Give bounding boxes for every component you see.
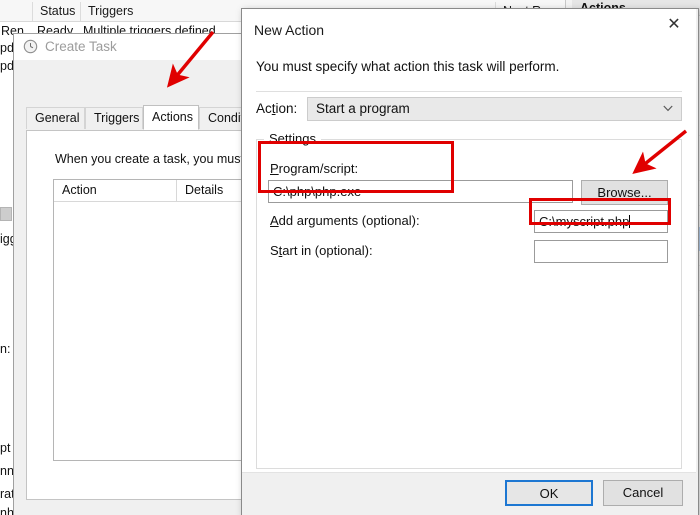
tab-general[interactable]: General (26, 107, 85, 129)
column-header-status[interactable]: Status (32, 2, 80, 21)
create-task-title: Create Task (45, 39, 117, 54)
scroll-nub[interactable] (0, 207, 12, 221)
program-script-label: Program/script: (270, 161, 358, 176)
close-icon[interactable]: ✕ (652, 9, 696, 40)
action-label-rest: ion: (275, 101, 298, 116)
new-action-title: New Action (254, 22, 325, 38)
start-in-input[interactable] (534, 240, 668, 263)
screenshot-root: Status Triggers Next Run Ren... Ready Mu… (0, 0, 700, 515)
left-fragment-5: pt (0, 441, 11, 455)
clock-icon (23, 39, 38, 54)
grid-column-action[interactable]: Action (54, 180, 176, 201)
add-arguments-label-underline: A (270, 213, 279, 228)
start-in-label: Start in (optional): (270, 243, 373, 258)
left-fragment-2: pd (0, 59, 14, 73)
cancel-button[interactable]: Cancel (603, 480, 683, 506)
browse-label-b: B (597, 185, 607, 200)
add-arguments-value: C:\myscript.php (539, 214, 630, 229)
new-action-titlebar[interactable]: New Action ✕ (242, 9, 696, 47)
new-action-body: You must specify what action this task w… (242, 47, 696, 514)
new-action-instruction: You must specify what action this task w… (256, 59, 560, 74)
actions-tab-description: When you create a task, you must spe (55, 152, 268, 166)
ok-button[interactable]: OK (505, 480, 593, 506)
text-caret (629, 215, 631, 228)
action-label-a: Ac (256, 101, 272, 116)
browse-label-rest: owse... (610, 185, 652, 200)
tab-triggers[interactable]: Triggers (85, 107, 143, 129)
left-fragment-8: nh (0, 506, 14, 515)
left-fragment-1: pd (0, 41, 14, 55)
add-arguments-input[interactable]: C:\myscript.php (534, 210, 668, 233)
start-in-label-s: S (270, 243, 279, 258)
start-in-label-rest: art in (optional): (282, 243, 373, 258)
action-select-value: Start a program (316, 101, 410, 116)
program-script-label-rest: rogram/script: (278, 161, 359, 176)
action-select[interactable]: Start a program (307, 97, 682, 121)
new-action-footer: OK Cancel (242, 473, 696, 514)
tab-actions[interactable]: Actions (143, 105, 199, 130)
chevron-down-icon (663, 105, 673, 112)
settings-group-label: Settings (264, 131, 321, 146)
browse-button[interactable]: Browse... (581, 180, 668, 205)
action-label: Action: (256, 101, 297, 116)
add-arguments-label-rest: dd arguments (optional): (278, 213, 420, 228)
new-action-dialog: New Action ✕ You must specify what actio… (241, 8, 699, 515)
program-script-input[interactable]: C:\php\php.exe (268, 180, 573, 203)
column-header-name[interactable] (0, 2, 32, 21)
program-script-label-underline: P (270, 161, 279, 176)
add-arguments-label: Add arguments (optional): (270, 213, 420, 228)
left-fragment-4: n: (0, 342, 11, 356)
instruction-divider (256, 91, 682, 92)
